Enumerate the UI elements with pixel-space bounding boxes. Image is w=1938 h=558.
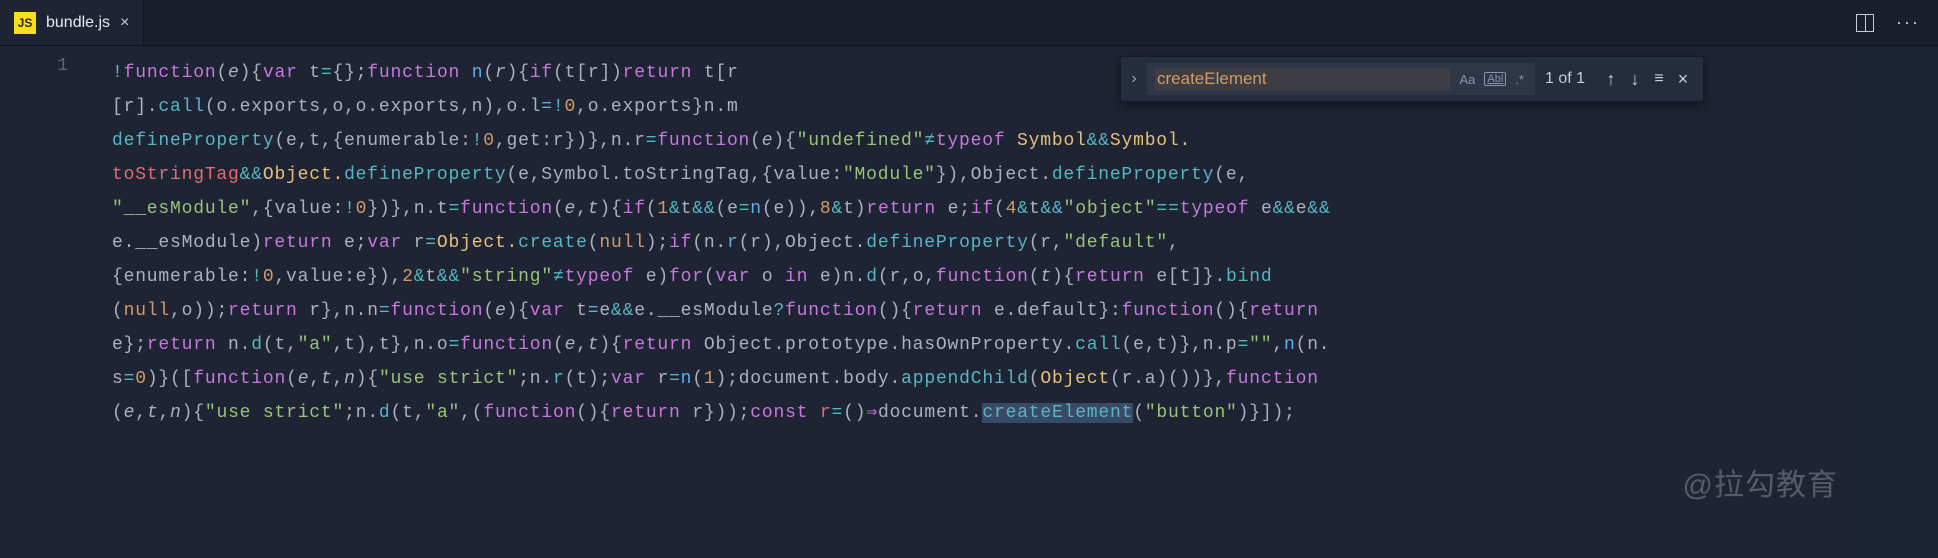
more-actions-icon[interactable]: ··· — [1896, 12, 1920, 33]
line-number: 1 — [0, 56, 68, 76]
find-input[interactable] — [1155, 68, 1450, 90]
tab-bar: JS bundle.js × ··· — [0, 0, 1938, 46]
editor-area: 1 !function(e){var t={};function n(r){if… — [0, 46, 1848, 558]
search-match: createElement — [982, 403, 1133, 423]
find-next-icon[interactable]: ↓ — [1623, 69, 1647, 90]
match-whole-word-toggle[interactable]: Abl — [1484, 72, 1506, 86]
regex-toggle[interactable]: .* — [1512, 71, 1527, 88]
close-find-icon[interactable]: × — [1671, 69, 1695, 90]
find-in-selection-icon[interactable]: ≡ — [1647, 70, 1671, 88]
js-file-icon: JS — [14, 12, 36, 34]
split-editor-icon[interactable] — [1856, 14, 1874, 32]
toggle-replace-icon[interactable]: › — [1121, 70, 1147, 88]
close-tab-icon[interactable]: × — [120, 14, 129, 32]
minimap[interactable] — [1848, 46, 1938, 558]
find-widget: › Aa Abl .* 1 of 1 ↑ ↓ ≡ × — [1120, 56, 1704, 102]
editor-tab[interactable]: JS bundle.js × — [0, 0, 144, 45]
match-case-toggle[interactable]: Aa — [1456, 71, 1478, 88]
tab-filename: bundle.js — [46, 14, 110, 32]
tab-actions: ··· — [1856, 12, 1938, 33]
find-result-count: 1 of 1 — [1545, 70, 1585, 88]
find-previous-icon[interactable]: ↑ — [1599, 69, 1623, 90]
code-content[interactable]: !function(e){var t={};function n(r){if(t… — [90, 46, 1848, 558]
find-input-box: Aa Abl .* — [1147, 63, 1535, 95]
line-gutter: 1 — [0, 46, 90, 558]
